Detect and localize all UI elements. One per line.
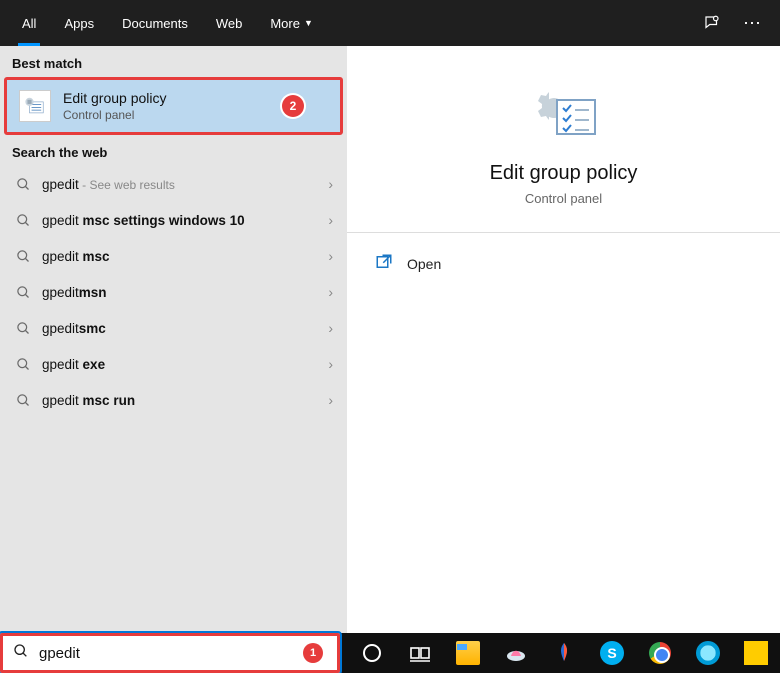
best-match-heading: Best match [0,46,347,77]
app-icon-3[interactable] [684,633,732,673]
web-result-text: gpedit exe [42,357,328,372]
chevron-down-icon: ▼ [304,18,313,28]
search-web-heading: Search the web [0,135,347,166]
app-icon-1[interactable] [492,633,540,673]
annotation-badge-1: 1 [303,643,323,663]
app-icon-4[interactable] [732,633,780,673]
web-result-row[interactable]: gpedit msc run› [0,382,347,418]
tab-more[interactable]: More ▼ [256,0,327,46]
chevron-right-icon: › [328,284,333,300]
search-icon [14,249,32,264]
app-icon-2[interactable] [540,633,588,673]
more-options-icon[interactable]: ⋯ [732,3,772,43]
search-box[interactable]: 1 [0,633,340,673]
task-view-icon[interactable] [396,633,444,673]
results-pane: Best match Edit group policy Control pan… [0,46,347,633]
search-icon [14,321,32,336]
web-result-text: gpeditsmc [42,321,328,336]
web-result-text: gpedit msc [42,249,328,264]
chevron-right-icon: › [328,176,333,192]
best-match-item[interactable]: Edit group policy Control panel 2 [4,77,343,135]
tab-web[interactable]: Web [202,0,257,46]
control-panel-icon [19,90,51,122]
tab-apps[interactable]: Apps [50,0,108,46]
chevron-right-icon: › [328,320,333,336]
preview-title: Edit group policy [347,162,780,185]
chevron-right-icon: › [328,248,333,264]
preview-subtitle: Control panel [347,191,780,206]
chevron-right-icon: › [328,212,333,228]
cortana-icon[interactable] [348,633,396,673]
chevron-right-icon: › [328,356,333,372]
search-icon [13,643,29,664]
preview-pane: Edit group policy Control panel Open [347,46,780,633]
taskbar-tray: S [340,633,780,673]
best-match-subtitle: Control panel [63,108,167,122]
file-explorer-icon[interactable] [444,633,492,673]
taskbar: 1 S [0,633,780,673]
tab-documents[interactable]: Documents [108,0,202,46]
annotation-badge-2: 2 [282,95,304,117]
chevron-right-icon: › [328,392,333,408]
open-label: Open [407,256,441,272]
web-result-text: gpedit msc settings windows 10 [42,213,328,228]
tab-documents-label: Documents [122,16,188,31]
tab-web-label: Web [216,16,243,31]
search-input[interactable] [39,645,327,662]
search-icon [14,393,32,408]
open-icon [375,253,393,274]
web-result-row[interactable]: gpedit - See web results› [0,166,347,202]
chrome-icon[interactable] [636,633,684,673]
best-match-title: Edit group policy [63,90,167,106]
top-tabbar: All Apps Documents Web More ▼ ⋯ [0,0,780,46]
tab-apps-label: Apps [64,16,94,31]
feedback-icon[interactable] [692,3,732,43]
web-result-row[interactable]: gpedit msc settings windows 10› [0,202,347,238]
web-result-row[interactable]: gpeditsmc› [0,310,347,346]
tab-all[interactable]: All [8,0,50,46]
search-icon [14,213,32,228]
search-icon [14,177,32,192]
preview-large-icon [347,86,780,148]
open-action[interactable]: Open [371,247,756,280]
web-result-text: gpedit - See web results [42,177,328,192]
web-result-text: gpedit msc run [42,393,328,408]
skype-icon[interactable]: S [588,633,636,673]
web-result-row[interactable]: gpedit exe› [0,346,347,382]
web-result-text: gpeditmsn [42,285,328,300]
search-icon [14,357,32,372]
search-icon [14,285,32,300]
tab-all-label: All [22,16,36,31]
web-result-row[interactable]: gpeditmsn› [0,274,347,310]
tab-more-label: More [270,16,300,31]
web-result-row[interactable]: gpedit msc› [0,238,347,274]
